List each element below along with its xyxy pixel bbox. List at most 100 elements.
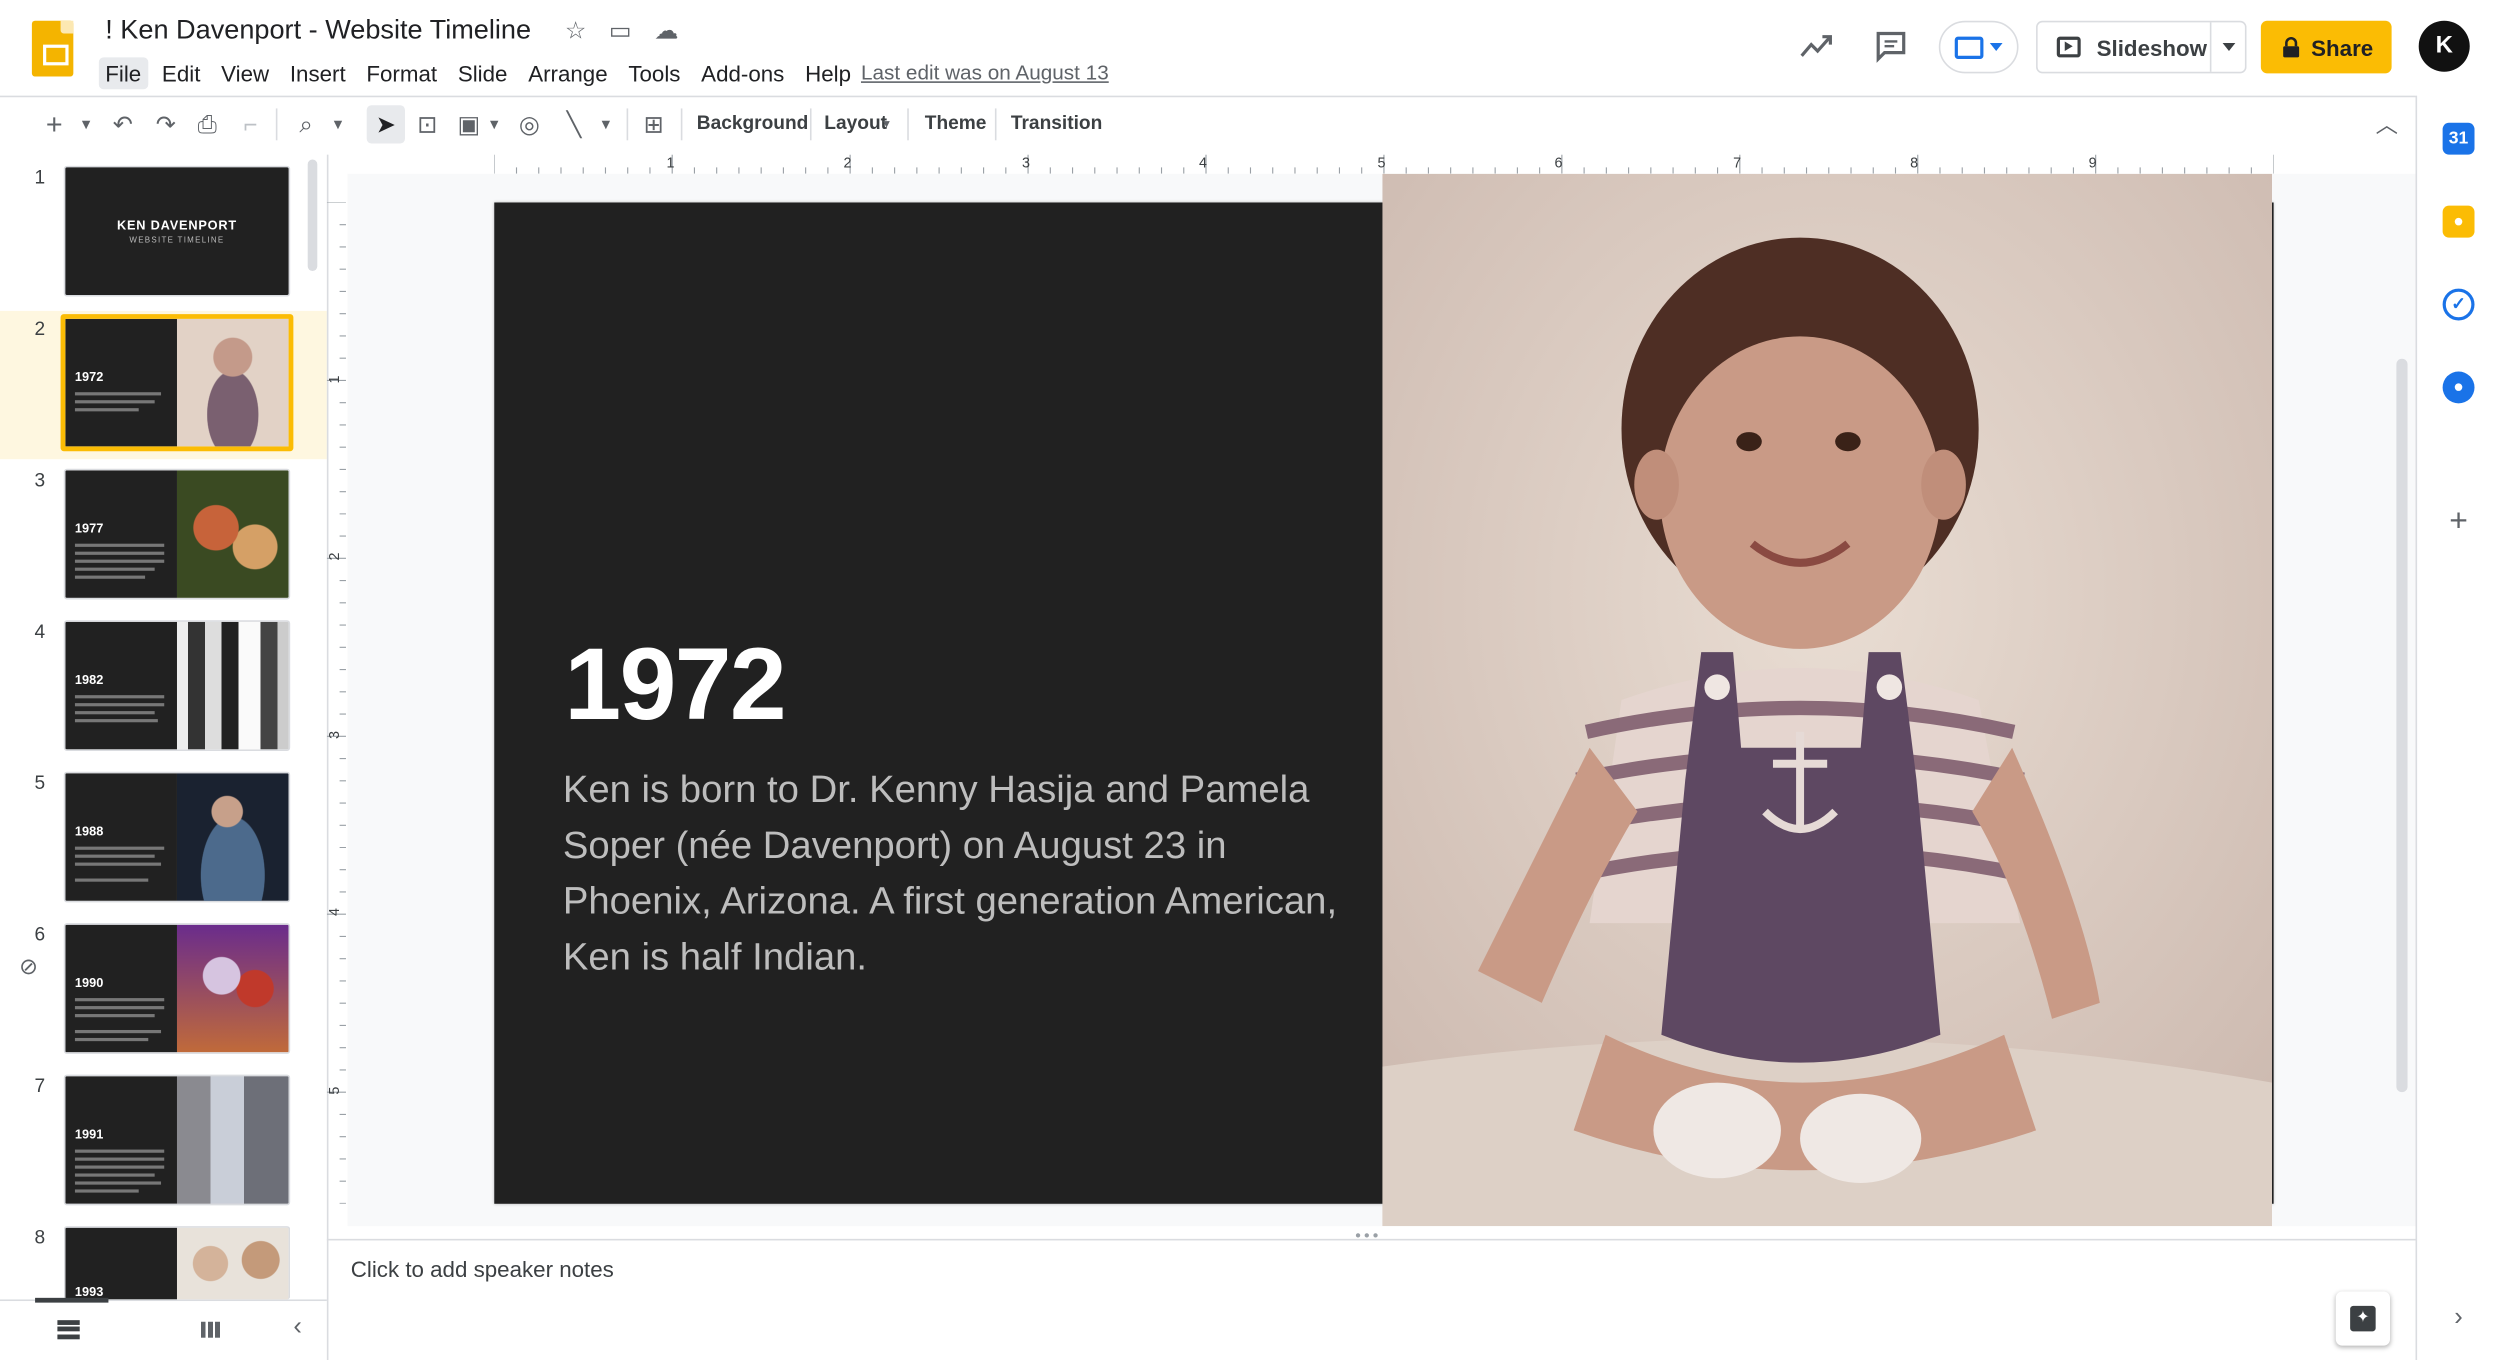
new-slide-dropdown-icon[interactable]: ▼ — [75, 104, 97, 145]
collapse-filmstrip-icon[interactable]: ‹ — [293, 1314, 301, 1343]
ruler-label: 6 — [1554, 154, 1563, 171]
calendar-icon[interactable]: 31 — [2442, 122, 2475, 155]
zoom-icon[interactable]: ⌕ — [290, 104, 322, 145]
collapse-toolbar-icon[interactable]: ︿ — [2371, 104, 2403, 145]
explore-button[interactable]: ✦ — [2336, 1291, 2390, 1345]
ruler-label: 9 — [2088, 154, 2097, 171]
present-to-meeting-button[interactable] — [1938, 20, 2019, 74]
slide-thumbnail-5[interactable]: 1988 — [63, 771, 291, 903]
ruler-label: 4 — [1198, 154, 1207, 171]
undo-icon[interactable]: ↶ — [107, 104, 139, 145]
menu-addons[interactable]: Add-ons — [695, 57, 791, 89]
last-edit-link[interactable]: Last edit was on August 13 — [861, 61, 1109, 85]
comment-icon[interactable] — [1872, 29, 1910, 67]
thumb-year: 1990 — [74, 975, 104, 991]
thumb-year: 1972 — [74, 369, 104, 385]
insert-image-icon[interactable]: ▣ — [453, 104, 485, 145]
canvas-scrollbar[interactable] — [2396, 358, 2408, 1093]
thumb-photo — [176, 1076, 289, 1204]
baby-photo[interactable] — [1382, 173, 2273, 1227]
tasks-icon[interactable]: ✓ — [2442, 288, 2475, 321]
image-dropdown-icon[interactable]: ▼ — [483, 104, 505, 145]
slide-number: 2 — [34, 317, 46, 340]
thumb-year: 1988 — [74, 824, 104, 839]
add-addon-icon[interactable]: + — [2443, 505, 2475, 537]
shape-icon[interactable]: ◎ — [513, 104, 545, 145]
ruler-label: 5 — [326, 1086, 343, 1095]
add-comment-icon[interactable]: ⊞ — [638, 104, 670, 145]
present-icon — [1954, 35, 1984, 59]
background-button[interactable]: Background — [697, 112, 809, 134]
activity-trend-icon[interactable] — [1797, 29, 1835, 67]
line-icon[interactable]: ╲ — [558, 104, 590, 145]
speaker-notes[interactable]: Click to add speaker notes — [351, 1256, 614, 1282]
print-icon[interactable]: ⎙ — [191, 104, 223, 145]
slide-thumbnail-2[interactable]: 1972 — [60, 314, 294, 452]
toolbar-divider — [994, 108, 997, 141]
cloud-status-icon[interactable]: ☁ — [652, 18, 681, 47]
link-icon[interactable]: ⊘ — [19, 953, 38, 980]
slide-number: 3 — [34, 468, 46, 492]
move-folder-icon[interactable]: ▭ — [606, 18, 635, 47]
text-box-icon[interactable]: ⊡ — [411, 104, 443, 145]
transition-button[interactable]: Transition — [1011, 112, 1102, 134]
menu-arrange[interactable]: Arrange — [522, 57, 614, 89]
slide-number: 1 — [34, 165, 46, 189]
slide-thumbnail-8[interactable]: 1993 — [63, 1226, 291, 1300]
slide-thumbnail-7[interactable]: 1991 — [63, 1074, 291, 1206]
paint-format-icon[interactable]: ⌐ — [234, 104, 266, 145]
slides-logo-icon[interactable] — [31, 20, 74, 77]
menu-slide[interactable]: Slide — [451, 57, 513, 89]
theme-button[interactable]: Theme — [925, 112, 987, 134]
ruler-label: 7 — [1733, 154, 1742, 171]
ruler-label: 3 — [326, 731, 343, 740]
menu-edit[interactable]: Edit — [156, 57, 207, 89]
slide-description[interactable]: Ken is born to Dr. Kenny Hasija and Pame… — [563, 762, 1344, 985]
slideshow-dropdown-button[interactable] — [2209, 22, 2245, 72]
star-icon[interactable]: ☆ — [561, 18, 590, 47]
toolbar-divider — [680, 108, 683, 141]
ruler-label: 5 — [1377, 154, 1386, 171]
vertical-ruler — [326, 202, 346, 1204]
toolbar-divider — [626, 108, 629, 141]
toolbar-divider — [275, 108, 278, 141]
ruler-label: 4 — [326, 907, 343, 916]
menu-view[interactable]: View — [215, 57, 276, 89]
new-slide-icon[interactable]: + — [40, 104, 69, 145]
menu-tools[interactable]: Tools — [622, 57, 687, 89]
drag-handle-icon[interactable]: ••• — [1355, 1228, 1381, 1246]
ruler-label: 8 — [1910, 154, 1919, 171]
slide-thumbnail-1[interactable]: KEN DAVENPORT WEBSITE TIMELINE — [63, 165, 291, 297]
grid-view-icon[interactable] — [200, 1321, 221, 1338]
keep-icon[interactable]: ● — [2442, 205, 2475, 238]
menu-insert[interactable]: Insert — [283, 57, 352, 89]
slide-year-heading[interactable]: 1972 — [564, 625, 786, 743]
document-title[interactable]: ! Ken Davenport - Website Timeline — [105, 14, 531, 46]
filmstrip-scrollbar[interactable] — [307, 159, 318, 272]
share-button[interactable]: Share — [2260, 20, 2392, 74]
menu-bar: File Edit View Insert Format Slide Arran… — [98, 57, 865, 90]
slide-thumbnail-3[interactable]: 1977 — [63, 468, 291, 600]
select-cursor-icon[interactable]: ➤ — [370, 104, 402, 145]
redo-icon[interactable]: ↷ — [150, 104, 182, 145]
thumb-photo — [176, 1227, 289, 1300]
expand-panel-icon[interactable]: › — [2443, 1303, 2475, 1335]
line-dropdown-icon[interactable]: ▼ — [595, 104, 617, 145]
menu-help[interactable]: Help — [799, 57, 858, 89]
layout-dropdown-icon[interactable]: ▼ — [879, 104, 895, 145]
ruler-label: 2 — [326, 552, 343, 561]
account-avatar[interactable]: K — [2418, 20, 2470, 72]
slide-thumbnail-4[interactable]: 1982 — [63, 620, 291, 751]
slideshow-button[interactable]: Slideshow — [2036, 20, 2247, 74]
slide-number: 6 — [34, 923, 46, 946]
chevron-down-icon — [1989, 43, 2003, 52]
menu-file[interactable]: File — [98, 57, 148, 90]
contacts-icon[interactable]: ● — [2442, 371, 2475, 404]
filmstrip-view-icon[interactable] — [57, 1320, 80, 1340]
thumb-subtitle: WEBSITE TIMELINE — [129, 235, 225, 245]
menu-format[interactable]: Format — [360, 57, 443, 89]
zoom-dropdown-icon[interactable]: ▼ — [327, 104, 349, 145]
thumb-photo — [176, 773, 289, 901]
slide-thumbnail-6[interactable]: 1990 — [63, 923, 291, 1054]
slide-number: 5 — [34, 771, 46, 795]
